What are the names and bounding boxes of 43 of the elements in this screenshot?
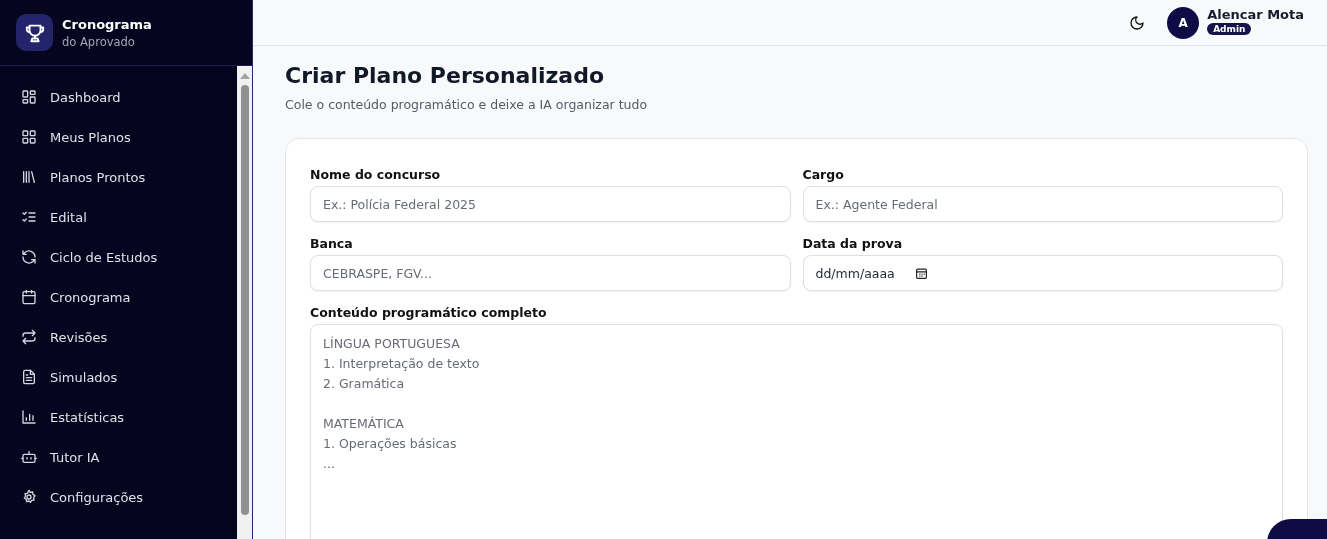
nav-item[interactable]: Tutor IA bbox=[0, 437, 237, 477]
robot-icon bbox=[21, 449, 37, 465]
app-title: Cronograma bbox=[62, 16, 152, 32]
page-title: Criar Plano Personalizado bbox=[285, 63, 606, 88]
field-label: Data da prova bbox=[802, 236, 904, 251]
settings-icon bbox=[21, 489, 37, 505]
nav-item[interactable]: Meus Planos bbox=[0, 117, 237, 157]
nav-item[interactable]: Cronograma bbox=[0, 277, 237, 317]
field-label: Nome do concurso bbox=[310, 167, 442, 182]
role-badge: Admin bbox=[1207, 22, 1252, 35]
grid-icon bbox=[21, 89, 37, 105]
date-field[interactable]: dd/mm/aaaa bbox=[802, 255, 1283, 291]
bar-chart-icon bbox=[21, 409, 37, 425]
app-subtitle: do Aprovado bbox=[62, 34, 136, 49]
text-area[interactable]: LÍNGUA PORTUGUESA 1. Interpretação de texto 2. Gramática MATEMÁTICA 1. Operações básicas ... bbox=[310, 324, 1283, 539]
refresh-icon bbox=[21, 249, 37, 265]
user-avatar[interactable]: A bbox=[1167, 6, 1200, 39]
trophy-icon bbox=[16, 14, 53, 51]
checklist-icon bbox=[21, 209, 37, 225]
field-label: Cargo bbox=[802, 167, 845, 182]
moon-icon[interactable] bbox=[1129, 14, 1146, 31]
input-field[interactable]: Ex.: Agente Federal bbox=[802, 186, 1283, 222]
nav-item[interactable]: Ciclo de Estudos bbox=[0, 237, 237, 277]
calendar-icon bbox=[21, 289, 37, 305]
nav-item[interactable]: Configurações bbox=[0, 477, 237, 517]
input-field[interactable]: Ex.: Polícia Federal 2025 bbox=[310, 186, 791, 222]
field-label: Conteúdo programático completo bbox=[310, 305, 548, 320]
scrollbar[interactable] bbox=[237, 66, 252, 539]
page-subtitle: Cole o conteúdo programático e deixe a IA organizar tudo bbox=[285, 97, 649, 112]
nav-item[interactable]: Simulados bbox=[0, 357, 237, 397]
books-icon bbox=[21, 169, 37, 185]
nav-item[interactable]: Planos Prontos bbox=[0, 157, 237, 197]
input-field[interactable]: CEBRASPE, FGV... bbox=[310, 255, 791, 291]
field-label: Banca bbox=[310, 236, 354, 251]
nav-item[interactable]: Estatísticas bbox=[0, 397, 237, 437]
nav-item[interactable]: Edital bbox=[0, 197, 237, 237]
nav-item[interactable]: Dashboard bbox=[0, 77, 237, 117]
nav-item[interactable]: Revisões bbox=[0, 317, 237, 357]
calendar-icon[interactable] bbox=[914, 266, 928, 280]
swap-arrows-icon bbox=[21, 329, 37, 345]
grid-icon bbox=[21, 129, 37, 145]
user-name: Alencar Mota bbox=[1207, 6, 1304, 22]
document-icon bbox=[21, 369, 37, 385]
